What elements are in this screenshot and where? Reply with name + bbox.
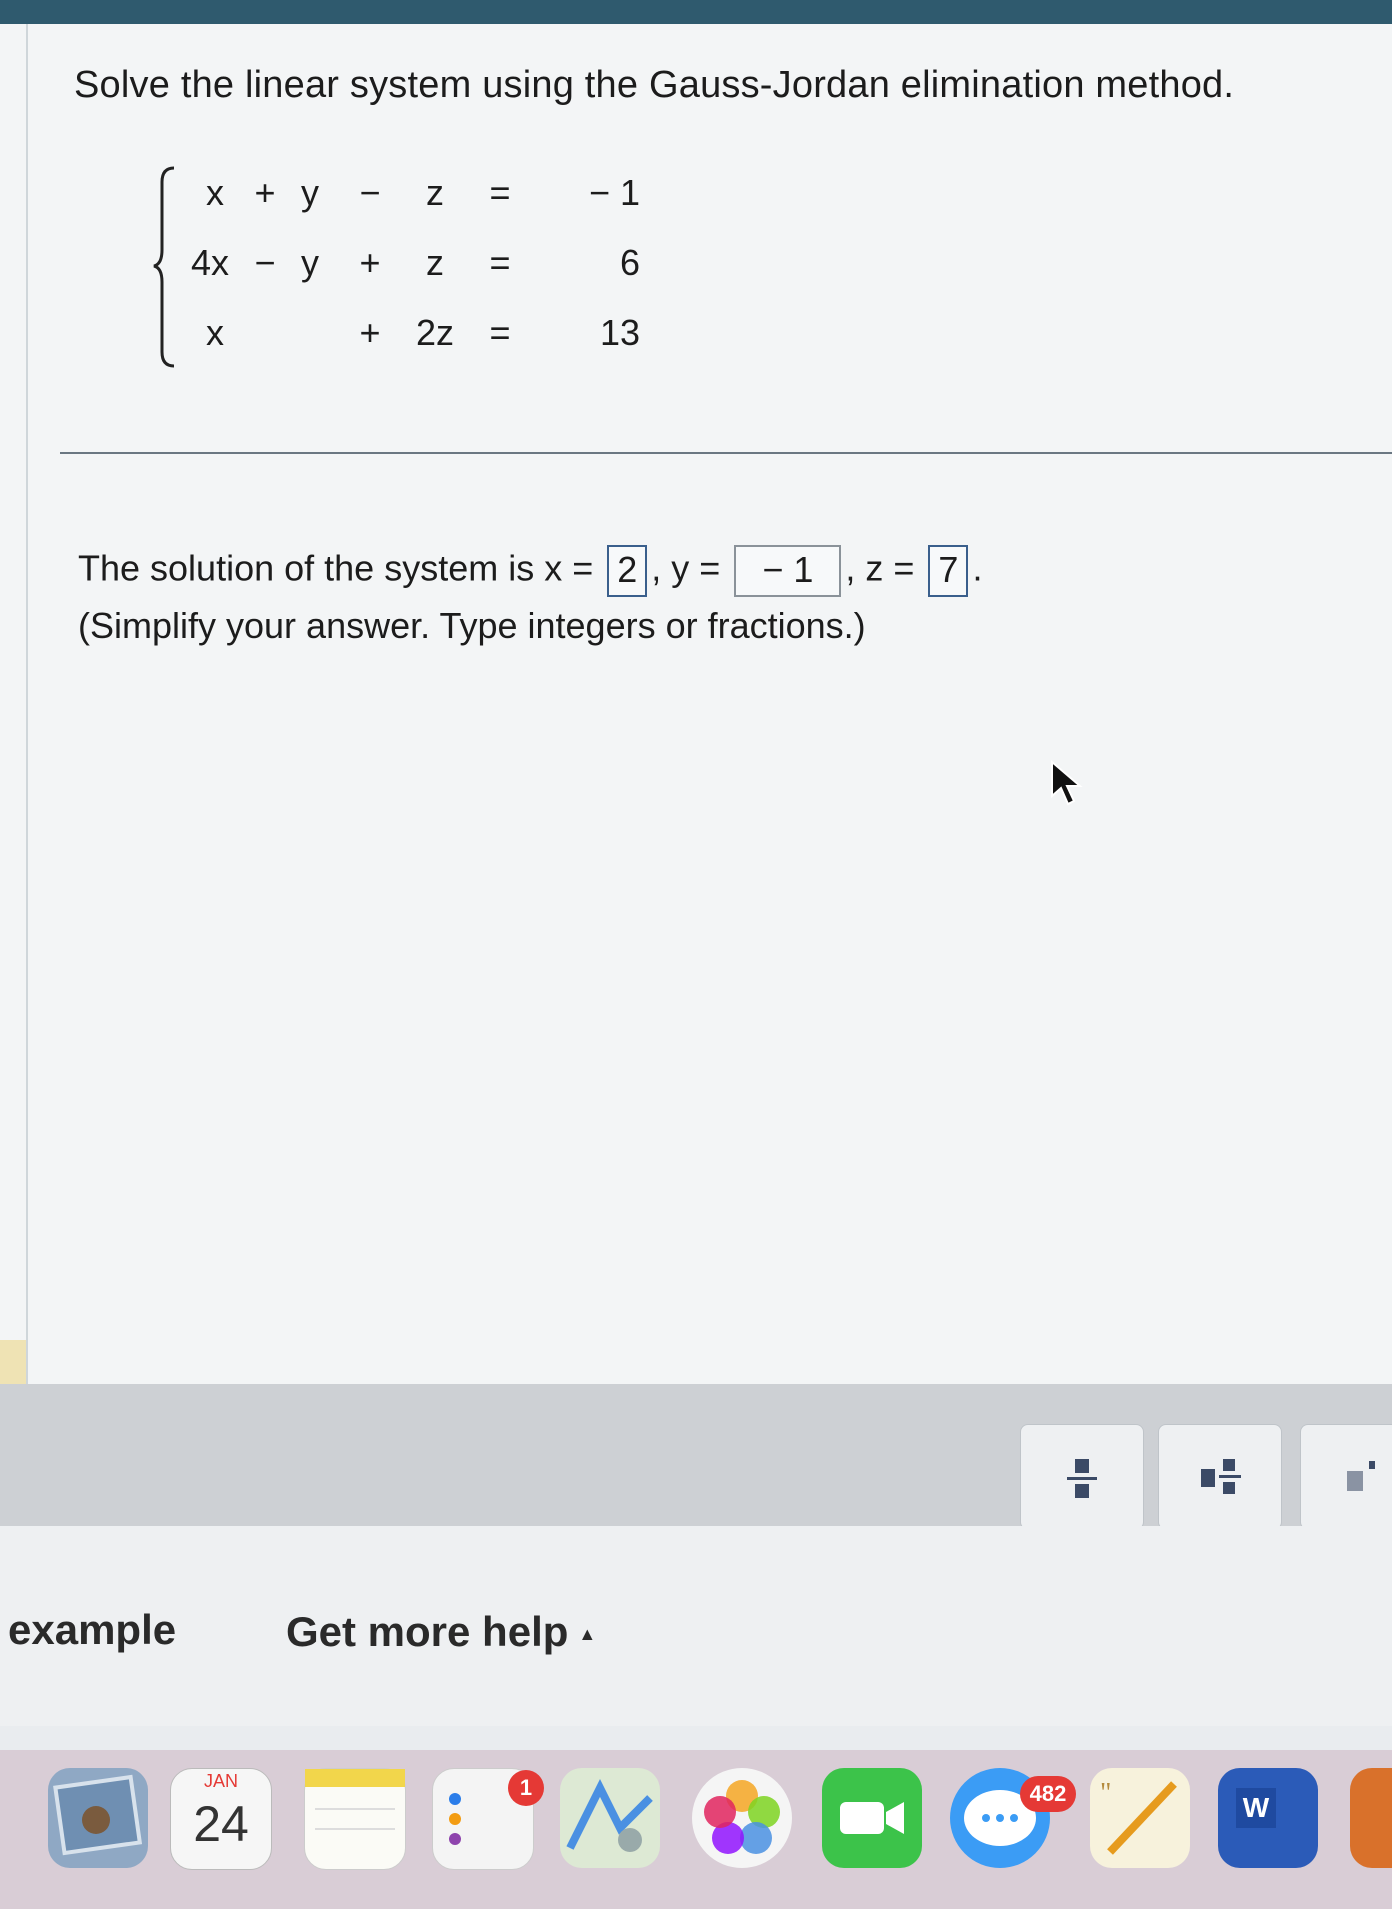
facetime-camera-icon — [840, 1802, 904, 1834]
reminders-badge: 1 — [508, 1770, 544, 1806]
eq1-rhs: − 1 — [588, 172, 640, 213]
eq1-term-y: y — [301, 172, 319, 213]
solution-suffix: . — [972, 547, 983, 589]
eq1-op-1: + — [254, 172, 276, 213]
svg-text:": " — [1100, 1778, 1111, 1809]
eq2-term-y: y — [301, 242, 319, 283]
exponent-icon — [1347, 1461, 1375, 1491]
question-title: Solve the linear system using the Gauss-… — [74, 64, 1235, 106]
eq1-equals: = — [489, 172, 511, 213]
eq1-op-2: − — [359, 172, 381, 213]
maps-icon — [566, 1779, 653, 1852]
dock-app-partial[interactable] — [1350, 1768, 1392, 1868]
eq3-term-z: 2z — [415, 312, 455, 353]
equation-row-3: x + 2z = 13 — [150, 312, 670, 372]
linear-system: x + y − z = − 1 4x − y + z = 6 x + 2z = … — [150, 160, 670, 380]
word-letter-icon: W — [1236, 1788, 1276, 1828]
eq1-term-z: z — [426, 172, 444, 213]
mixed-number-tool-button[interactable] — [1158, 1424, 1282, 1530]
view-example-link[interactable]: example — [8, 1606, 176, 1654]
get-more-help-button[interactable]: Get more help ▲ — [286, 1608, 596, 1656]
equation-row-1: x + y − z = − 1 — [150, 172, 670, 232]
eq3-rhs: 13 — [599, 312, 640, 353]
solution-sentence: The solution of the system is x = 2, y =… — [78, 545, 982, 597]
eq2-equals: = — [489, 242, 511, 283]
get-more-help-label: Get more help — [286, 1608, 569, 1655]
eq1-term-x: x — [206, 172, 224, 213]
eq3-term-x: x — [206, 312, 224, 353]
dock-app-preview[interactable] — [48, 1768, 148, 1868]
eq3-equals: = — [489, 312, 511, 353]
dock-app-pages[interactable]: " — [1090, 1768, 1190, 1868]
calendar-month: JAN — [203, 1771, 238, 1791]
y-answer-input[interactable]: − 1 — [734, 545, 842, 597]
eq2-rhs: 6 — [619, 242, 640, 283]
dock-app-notes[interactable] — [304, 1768, 406, 1870]
pen-nib-icon: " — [1100, 1778, 1177, 1855]
panel-left-border — [26, 24, 28, 1384]
z-label: , z = — [845, 547, 915, 589]
dock-app-word[interactable]: W — [1218, 1768, 1318, 1868]
fraction-icon — [1067, 1459, 1097, 1498]
equation-row-2: 4x − y + z = 6 — [150, 242, 670, 302]
help-bar — [0, 1526, 1392, 1726]
messages-badge: 482 — [1020, 1776, 1076, 1812]
calendar-day: 24 — [193, 1796, 249, 1852]
dock-app-calendar[interactable]: JAN 24 — [170, 1768, 272, 1870]
browser-top-bar — [0, 0, 1392, 24]
mixed-number-icon — [1201, 1459, 1241, 1494]
x-answer-input[interactable]: 2 — [607, 545, 648, 597]
answer-hint: (Simplify your answer. Type integers or … — [78, 605, 866, 646]
dock-app-facetime[interactable] — [822, 1768, 922, 1868]
eq2-term-z: z — [426, 242, 444, 283]
eq2-op-1: − — [254, 242, 276, 283]
dock-app-photos[interactable] — [692, 1768, 792, 1868]
y-label: , y = — [651, 547, 721, 589]
notes-icon — [305, 1769, 405, 1830]
z-answer-input[interactable]: 7 — [928, 545, 969, 597]
fraction-tool-button[interactable] — [1020, 1424, 1144, 1530]
caret-up-icon: ▲ — [578, 1624, 597, 1645]
exponent-tool-button[interactable] — [1300, 1424, 1392, 1530]
section-divider — [60, 452, 1392, 454]
eq3-op-2: + — [359, 312, 381, 353]
eq2-term-x: 4x — [190, 242, 230, 283]
dock-app-maps[interactable] — [560, 1768, 660, 1868]
photos-flower-icon — [704, 1780, 780, 1854]
solution-prefix: The solution of the system is x = — [78, 547, 594, 589]
preview-photo-icon — [53, 1774, 143, 1856]
mouse-cursor-icon — [1051, 760, 1083, 806]
eq2-op-2: + — [359, 242, 381, 283]
